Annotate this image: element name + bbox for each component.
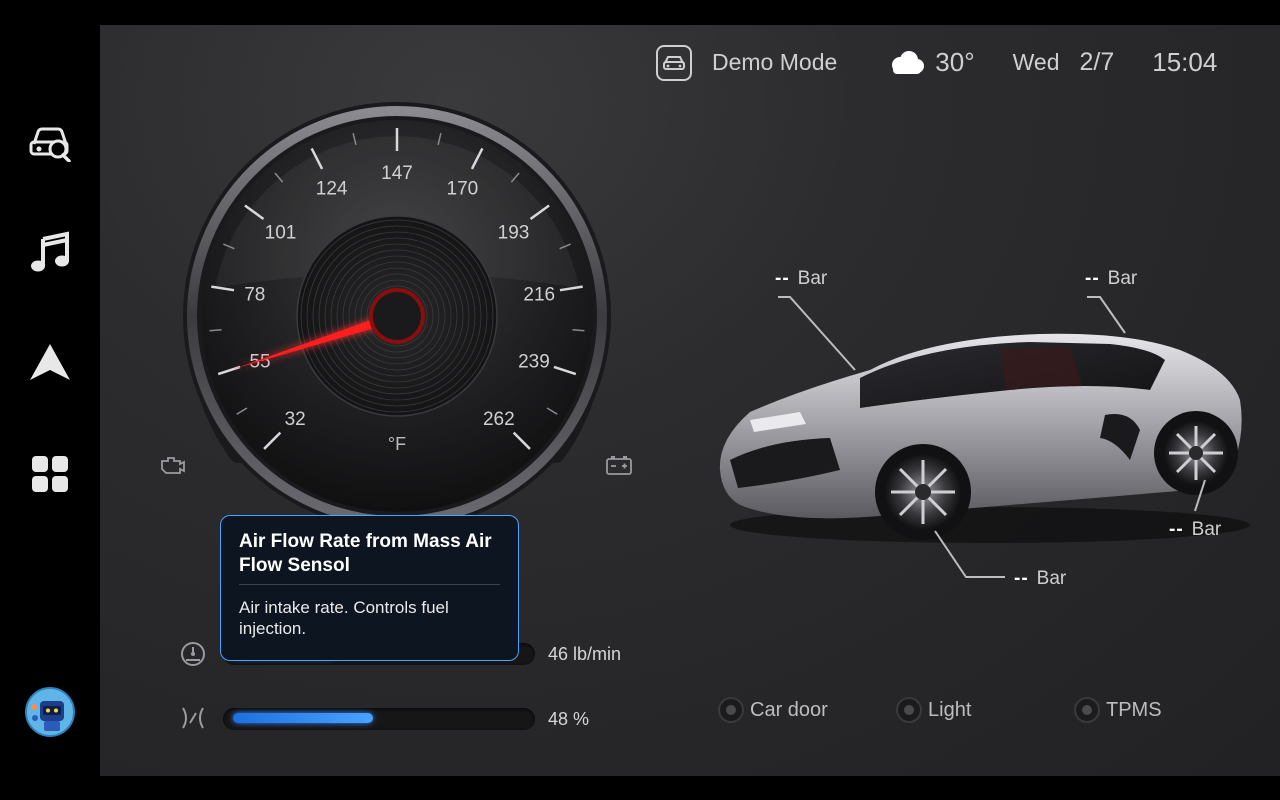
navigation-arrow-icon[interactable] (25, 337, 75, 387)
dashboard-panel: Demo Mode 30° Wed 2/7 15:04 32 55 78 101… (100, 25, 1280, 776)
apps-grid-icon[interactable] (25, 449, 75, 499)
tooltip-title: Air Flow Rate from Mass Air Flow Sensol (239, 530, 500, 585)
car-door-status-dot (718, 697, 744, 723)
car-door-indicator[interactable]: Car door (718, 697, 828, 723)
sidebar (0, 25, 100, 776)
car-door-label: Car door (750, 698, 828, 721)
light-label: Light (928, 698, 972, 721)
light-status-dot (896, 697, 922, 723)
throttle-icon (179, 705, 207, 736)
pressure-front-bottom: -- Bar (1014, 568, 1067, 589)
robot-avatar-icon[interactable] (25, 687, 75, 737)
car-search-icon[interactable] (25, 117, 75, 167)
pressure-rear-top: -- Bar (1085, 268, 1138, 289)
pressure-front-left: -- Bar (775, 268, 828, 289)
metric-1-value: 46 lb/min (548, 644, 622, 664)
info-tooltip: Air Flow Rate from Mass Air Flow Sensol … (220, 515, 519, 661)
light-indicator[interactable]: Light (896, 697, 971, 723)
gauge-icon (179, 640, 207, 673)
tpms-label: TPMS (1106, 698, 1162, 721)
metric-bar-2-fill (233, 713, 373, 723)
tpms-indicator[interactable]: TPMS (1074, 697, 1162, 723)
tpms-status-dot (1074, 697, 1100, 723)
metric-2-value: 48 % (548, 709, 590, 729)
music-note-icon[interactable] (25, 227, 75, 277)
tooltip-body: Air intake rate. Controls fuel injection… (239, 598, 449, 638)
metric-bar-2-track (223, 708, 535, 730)
app-root: Demo Mode 30° Wed 2/7 15:04 32 55 78 101… (0, 0, 1280, 800)
pressure-rear-right: -- Bar (1169, 519, 1222, 540)
